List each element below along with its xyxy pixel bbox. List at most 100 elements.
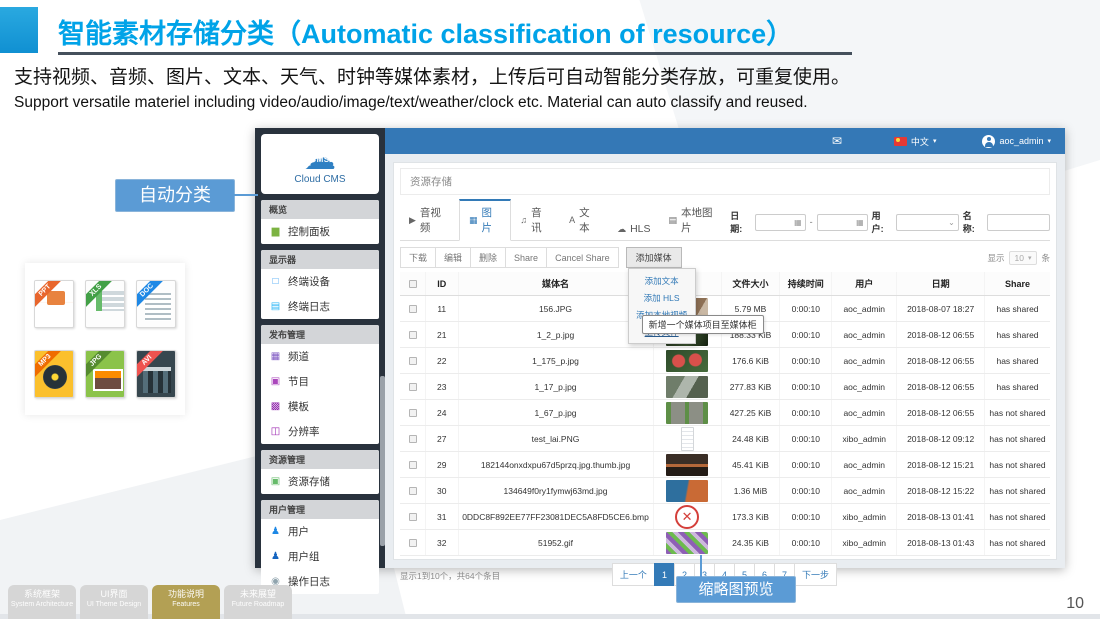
- sidebar-sections: 概览▆控制面板显示器□终端设备▤终端日志发布管理▦频道▣节目▩模板◫分辨率资源管…: [261, 200, 379, 594]
- toolbar-button[interactable]: 删除: [470, 247, 506, 268]
- table-row[interactable]: 310DDC8F892EE77FF23081DEC5A8FD5CE6.bmp✕1…: [400, 504, 1050, 530]
- sidebar-item-log-table[interactable]: ▤终端日志: [261, 294, 379, 319]
- tab-image[interactable]: ▦图片: [459, 199, 511, 241]
- row-checkbox-cell: [400, 478, 426, 503]
- table-row[interactable]: 29182144onxdxpu67d5przq.jpg.thumb.jpg45.…: [400, 452, 1050, 478]
- menu-item[interactable]: 添加文本: [629, 272, 695, 289]
- row-checkbox-cell: [400, 426, 426, 451]
- toolbar-button[interactable]: 下载: [400, 247, 436, 268]
- cell-duration: 0:00:10: [780, 504, 832, 529]
- cell-id: 11: [426, 296, 459, 321]
- sidebar-item-monitor[interactable]: □终端设备: [261, 269, 379, 294]
- cell-share: has shared: [985, 348, 1050, 373]
- tabs-container: ▶音视频▦图片♫音讯A文本☁HLS▤本地图片: [400, 199, 730, 240]
- cell-name: 182144onxdxpu67d5przq.jpg.thumb.jpg: [459, 452, 654, 477]
- row-checkbox[interactable]: [409, 331, 417, 339]
- bottom-tab-1[interactable]: 系统框架System Architecture: [8, 585, 76, 619]
- tab-local-image[interactable]: ▤本地图片: [660, 201, 731, 240]
- cell-id: 30: [426, 478, 459, 503]
- add-media-button[interactable]: 添加媒体: [626, 247, 682, 268]
- cell-date: 2018-08-07 18:27: [897, 296, 985, 321]
- sidebar-section-header: 概览: [261, 200, 379, 219]
- toolbar-button[interactable]: Cancel Share: [546, 247, 619, 268]
- show-label: 显示: [987, 252, 1004, 264]
- user-filter-select[interactable]: ⌄: [896, 214, 959, 231]
- pagination-prev[interactable]: 上一个: [612, 563, 655, 586]
- cms-content: 资源存储 ▶音视频▦图片♫音讯A文本☁HLS▤本地图片 日期: ▦ - ▦ 用户…: [385, 154, 1065, 568]
- row-checkbox-cell: [400, 504, 426, 529]
- envelope-icon[interactable]: ✉: [832, 134, 842, 148]
- cell-duration: 0:00:10: [780, 348, 832, 373]
- row-checkbox[interactable]: [409, 513, 417, 521]
- toolbar-button[interactable]: Share: [505, 247, 547, 268]
- cell-thumbnail: [654, 374, 722, 399]
- sidebar-item-label: 频道: [288, 349, 309, 364]
- template-icon: ▩: [270, 402, 281, 412]
- tab-music[interactable]: ♫音讯: [511, 201, 560, 240]
- sidebar-item-dashboard-chart[interactable]: ▆控制面板: [261, 219, 379, 244]
- sidebar-item-resolution[interactable]: ◫分辨率: [261, 419, 379, 444]
- table-row[interactable]: 221_175_p.jpg176.6 KiB0:00:10aoc_admin20…: [400, 348, 1050, 374]
- table-row[interactable]: 3251952.gif24.35 KiB0:00:10xibo_admin201…: [400, 530, 1050, 556]
- sidebar-section: 用户管理♟用户♟用户组◉操作日志: [261, 500, 379, 594]
- cell-date: 2018-08-13 01:41: [897, 504, 985, 529]
- cms-sidebar: ☁CMS Cloud CMS 概览▆控制面板显示器□终端设备▤终端日志发布管理▦…: [255, 128, 385, 568]
- cell-size: 45.41 KiB: [722, 452, 781, 477]
- pagination-next[interactable]: 下一步: [794, 563, 837, 586]
- toolbar-button[interactable]: 编辑: [435, 247, 471, 268]
- sidebar-scrollbar[interactable]: [380, 376, 385, 546]
- bottom-tab-4[interactable]: 未来展望Future Roadmap: [224, 585, 292, 619]
- table-row[interactable]: 241_67_p.jpg427.25 KiB0:00:10aoc_admin20…: [400, 400, 1050, 426]
- sidebar-item-template[interactable]: ▩模板: [261, 394, 379, 419]
- row-checkbox[interactable]: [409, 383, 417, 391]
- row-checkbox[interactable]: [409, 539, 417, 547]
- menu-item[interactable]: 添加 HLS: [629, 289, 695, 306]
- per-page-select[interactable]: 10▾: [1009, 251, 1038, 265]
- cell-name: 156.JPG: [459, 296, 654, 321]
- slide-title: 智能素材存储分类（Automatic classification of res…: [58, 12, 793, 51]
- table-row[interactable]: 30134649f0ry1fymwj63md.jpg1.36 MiB0:00:1…: [400, 478, 1050, 504]
- pagination-summary: 显示1到10个，共64个条目: [400, 570, 500, 582]
- sidebar-item-storage-image[interactable]: ▣资源存储: [261, 469, 379, 494]
- file-icon-ppt: PPT: [34, 280, 74, 328]
- cell-share: has not shared: [985, 530, 1050, 555]
- tab-cloud[interactable]: ☁HLS: [608, 219, 659, 240]
- sidebar-item-label: 终端设备: [288, 274, 330, 289]
- thumbnail: [681, 427, 694, 451]
- sidebar-item-user-group[interactable]: ♟用户组: [261, 544, 379, 569]
- table-row[interactable]: 231_17_p.jpg277.83 KiB0:00:10aoc_admin20…: [400, 374, 1050, 400]
- cell-name: 1_17_p.jpg: [459, 374, 654, 399]
- thumbnail: [666, 480, 708, 502]
- row-checkbox[interactable]: [409, 357, 417, 365]
- bottom-tab-3[interactable]: 功能说明Features: [152, 585, 220, 619]
- row-checkbox[interactable]: [409, 305, 417, 313]
- row-checkbox[interactable]: [409, 461, 417, 469]
- name-filter-label: 名称:: [963, 209, 984, 235]
- bottom-tab-2[interactable]: UI界面UI Theme Design: [80, 585, 148, 619]
- sidebar-item-program[interactable]: ▣节目: [261, 369, 379, 394]
- column-header: 日期: [897, 272, 985, 295]
- bottom-tab-en: Features: [152, 600, 220, 610]
- user-menu[interactable]: aoc_admin ▾: [982, 135, 1051, 148]
- sidebar-item-channel[interactable]: ▦频道: [261, 344, 379, 369]
- name-filter-input[interactable]: [987, 214, 1050, 231]
- program-icon: ▣: [270, 377, 281, 387]
- language-selector[interactable]: 中文 ▾: [894, 135, 937, 148]
- subtitle-en: Support versatile materiel including vid…: [14, 94, 808, 112]
- date-to-input[interactable]: ▦: [817, 214, 868, 231]
- sidebar-section-header: 显示器: [261, 250, 379, 269]
- sidebar-item-user[interactable]: ♟用户: [261, 519, 379, 544]
- tab-text[interactable]: A文本: [560, 201, 608, 240]
- table-row[interactable]: 27test_lai.PNG24.48 KiB0:00:10xibo_admin…: [400, 426, 1050, 452]
- row-checkbox[interactable]: [409, 435, 417, 443]
- date-from-input[interactable]: ▦: [755, 214, 806, 231]
- row-checkbox[interactable]: [409, 487, 417, 495]
- cell-date: 2018-08-12 15:21: [897, 452, 985, 477]
- tab-label: 音讯: [531, 205, 551, 235]
- sidebar-item-label: 控制面板: [288, 224, 330, 239]
- select-all-checkbox[interactable]: [409, 280, 417, 288]
- tab-video[interactable]: ▶音视频: [400, 201, 459, 240]
- row-checkbox[interactable]: [409, 409, 417, 417]
- pagination-page[interactable]: 1: [654, 563, 675, 586]
- row-checkbox-cell: [400, 296, 426, 321]
